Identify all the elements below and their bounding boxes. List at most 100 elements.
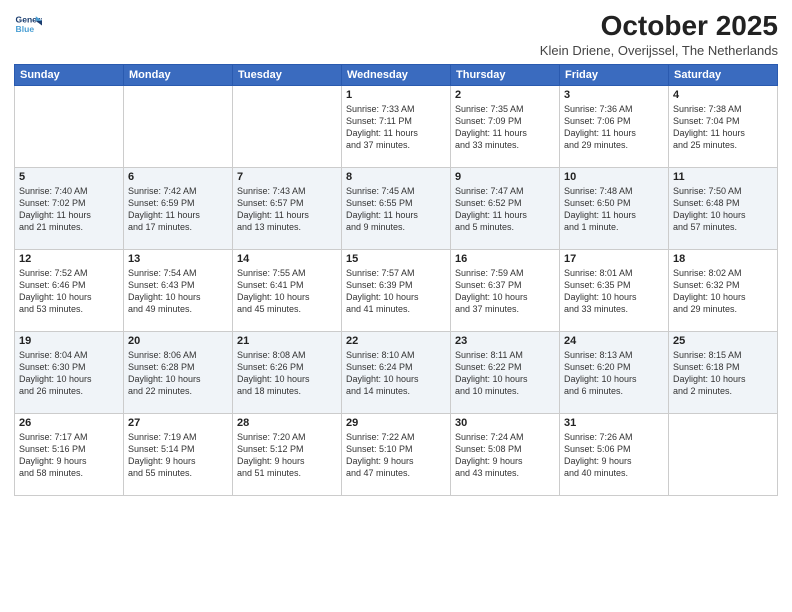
logo-icon: General Blue xyxy=(14,10,42,38)
calendar-cell: 13 Sunrise: 7:54 AM Sunset: 6:43 PM Dayli… xyxy=(124,250,233,332)
calendar-cell: 27 Sunrise: 7:19 AM Sunset: 5:14 PM Dayli… xyxy=(124,414,233,496)
col-wednesday: Wednesday xyxy=(342,65,451,86)
col-monday: Monday xyxy=(124,65,233,86)
day-info: Sunrise: 7:50 AM Sunset: 6:48 PM Dayligh… xyxy=(673,185,773,234)
day-info: Sunrise: 7:55 AM Sunset: 6:41 PM Dayligh… xyxy=(237,267,337,316)
calendar-cell: 6Sunrise: 7:42 AM Sunset: 6:59 PM Daylig… xyxy=(124,168,233,250)
day-info: Sunrise: 8:06 AM Sunset: 6:28 PM Dayligh… xyxy=(128,349,228,398)
calendar-cell: 22Sunrise: 8:10 AM Sunset: 6:24 PM Dayli… xyxy=(342,332,451,414)
day-info: Sunrise: 7:17 AM Sunset: 5:16 PM Dayligh… xyxy=(19,431,119,480)
calendar-cell xyxy=(669,414,778,496)
calendar-cell: 23 Sunrise: 8:11 AM Sunset: 6:22 PM Dayli… xyxy=(451,332,560,414)
calendar-cell: 12Sunrise: 7:52 AM Sunset: 6:46 PM Dayli… xyxy=(15,250,124,332)
calendar-cell: 26 Sunrise: 7:17 AM Sunset: 5:16 PM Dayli… xyxy=(15,414,124,496)
day-number: 30 xyxy=(455,417,555,429)
day-info: Sunrise: 7:59 AM Sunset: 6:37 PM Dayligh… xyxy=(455,267,555,316)
day-number: 25 xyxy=(673,335,773,347)
calendar-cell xyxy=(15,86,124,168)
calendar-cell: 14 Sunrise: 7:55 AM Sunset: 6:41 PM Dayli… xyxy=(233,250,342,332)
calendar-cell: 9 Sunrise: 7:47 AM Sunset: 6:52 PM Daylig… xyxy=(451,168,560,250)
calendar-cell: 21 Sunrise: 8:08 AM Sunset: 6:26 PM Dayli… xyxy=(233,332,342,414)
col-thursday: Thursday xyxy=(451,65,560,86)
title-block: October 2025 Klein Driene, Overijssel, T… xyxy=(540,10,778,58)
day-number: 20 xyxy=(128,335,228,347)
day-number: 10 xyxy=(564,171,664,183)
day-number: 13 xyxy=(128,253,228,265)
day-number: 21 xyxy=(237,335,337,347)
col-tuesday: Tuesday xyxy=(233,65,342,86)
logo: General Blue xyxy=(14,10,42,38)
header: General Blue October 2025 Klein Driene, … xyxy=(14,10,778,58)
calendar-cell: 4 Sunrise: 7:38 AM Sunset: 7:04 PM Daylig… xyxy=(669,86,778,168)
day-info: Sunrise: 7:48 AM Sunset: 6:50 PM Dayligh… xyxy=(564,185,664,234)
subtitle: Klein Driene, Overijssel, The Netherland… xyxy=(540,43,778,58)
day-number: 14 xyxy=(237,253,337,265)
day-info: Sunrise: 7:52 AM Sunset: 6:46 PM Dayligh… xyxy=(19,267,119,316)
day-number: 2 xyxy=(455,89,555,101)
day-number: 11 xyxy=(673,171,773,183)
day-number: 26 xyxy=(19,417,119,429)
calendar-cell xyxy=(124,86,233,168)
day-number: 31 xyxy=(564,417,664,429)
calendar-week-row: 19 Sunrise: 8:04 AM Sunset: 6:30 PM Dayli… xyxy=(15,332,778,414)
day-info: Sunrise: 8:11 AM Sunset: 6:22 PM Dayligh… xyxy=(455,349,555,398)
day-number: 7 xyxy=(237,171,337,183)
day-number: 9 xyxy=(455,171,555,183)
calendar-cell: 5 Sunrise: 7:40 AM Sunset: 7:02 PM Daylig… xyxy=(15,168,124,250)
day-number: 1 xyxy=(346,89,446,101)
day-info: Sunrise: 7:33 AM Sunset: 7:11 PM Dayligh… xyxy=(346,103,446,152)
col-sunday: Sunday xyxy=(15,65,124,86)
day-number: 16 xyxy=(455,253,555,265)
day-info: Sunrise: 7:42 AM Sunset: 6:59 PM Dayligh… xyxy=(128,185,228,234)
day-info: Sunrise: 8:01 AM Sunset: 6:35 PM Dayligh… xyxy=(564,267,664,316)
col-saturday: Saturday xyxy=(669,65,778,86)
day-info: Sunrise: 7:38 AM Sunset: 7:04 PM Dayligh… xyxy=(673,103,773,152)
calendar-cell: 8Sunrise: 7:45 AM Sunset: 6:55 PM Daylig… xyxy=(342,168,451,250)
calendar-cell: 19 Sunrise: 8:04 AM Sunset: 6:30 PM Dayli… xyxy=(15,332,124,414)
day-info: Sunrise: 7:26 AM Sunset: 5:06 PM Dayligh… xyxy=(564,431,664,480)
page: General Blue October 2025 Klein Driene, … xyxy=(0,0,792,502)
day-info: Sunrise: 8:02 AM Sunset: 6:32 PM Dayligh… xyxy=(673,267,773,316)
day-info: Sunrise: 7:20 AM Sunset: 5:12 PM Dayligh… xyxy=(237,431,337,480)
day-info: Sunrise: 7:40 AM Sunset: 7:02 PM Dayligh… xyxy=(19,185,119,234)
day-number: 29 xyxy=(346,417,446,429)
calendar-cell: 1 Sunrise: 7:33 AM Sunset: 7:11 PM Daylig… xyxy=(342,86,451,168)
day-info: Sunrise: 8:13 AM Sunset: 6:20 PM Dayligh… xyxy=(564,349,664,398)
day-info: Sunrise: 8:10 AM Sunset: 6:24 PM Dayligh… xyxy=(346,349,446,398)
calendar-cell: 18 Sunrise: 8:02 AM Sunset: 6:32 PM Dayli… xyxy=(669,250,778,332)
main-title: October 2025 xyxy=(540,10,778,42)
day-number: 5 xyxy=(19,171,119,183)
day-info: Sunrise: 7:47 AM Sunset: 6:52 PM Dayligh… xyxy=(455,185,555,234)
day-number: 19 xyxy=(19,335,119,347)
day-info: Sunrise: 7:24 AM Sunset: 5:08 PM Dayligh… xyxy=(455,431,555,480)
calendar-cell: 15 Sunrise: 7:57 AM Sunset: 6:39 PM Dayli… xyxy=(342,250,451,332)
calendar-cell: 16 Sunrise: 7:59 AM Sunset: 6:37 PM Dayli… xyxy=(451,250,560,332)
day-number: 24 xyxy=(564,335,664,347)
day-info: Sunrise: 7:19 AM Sunset: 5:14 PM Dayligh… xyxy=(128,431,228,480)
day-number: 27 xyxy=(128,417,228,429)
day-number: 18 xyxy=(673,253,773,265)
day-info: Sunrise: 8:04 AM Sunset: 6:30 PM Dayligh… xyxy=(19,349,119,398)
day-number: 15 xyxy=(346,253,446,265)
day-number: 3 xyxy=(564,89,664,101)
calendar: Sunday Monday Tuesday Wednesday Thursday… xyxy=(14,64,778,496)
calendar-cell: 2Sunrise: 7:35 AM Sunset: 7:09 PM Daylig… xyxy=(451,86,560,168)
day-info: Sunrise: 7:54 AM Sunset: 6:43 PM Dayligh… xyxy=(128,267,228,316)
calendar-cell: 30 Sunrise: 7:24 AM Sunset: 5:08 PM Dayli… xyxy=(451,414,560,496)
calendar-cell: 11 Sunrise: 7:50 AM Sunset: 6:48 PM Dayli… xyxy=(669,168,778,250)
calendar-cell: 3 Sunrise: 7:36 AM Sunset: 7:06 PM Daylig… xyxy=(560,86,669,168)
calendar-week-row: 1 Sunrise: 7:33 AM Sunset: 7:11 PM Daylig… xyxy=(15,86,778,168)
day-info: Sunrise: 8:08 AM Sunset: 6:26 PM Dayligh… xyxy=(237,349,337,398)
day-number: 4 xyxy=(673,89,773,101)
calendar-cell: 10 Sunrise: 7:48 AM Sunset: 6:50 PM Dayli… xyxy=(560,168,669,250)
calendar-cell: 28Sunrise: 7:20 AM Sunset: 5:12 PM Dayli… xyxy=(233,414,342,496)
day-info: Sunrise: 7:36 AM Sunset: 7:06 PM Dayligh… xyxy=(564,103,664,152)
calendar-cell xyxy=(233,86,342,168)
calendar-cell: 17Sunrise: 8:01 AM Sunset: 6:35 PM Dayli… xyxy=(560,250,669,332)
calendar-header-row: Sunday Monday Tuesday Wednesday Thursday… xyxy=(15,65,778,86)
calendar-cell: 29 Sunrise: 7:22 AM Sunset: 5:10 PM Dayli… xyxy=(342,414,451,496)
day-info: Sunrise: 7:57 AM Sunset: 6:39 PM Dayligh… xyxy=(346,267,446,316)
day-number: 23 xyxy=(455,335,555,347)
calendar-week-row: 12Sunrise: 7:52 AM Sunset: 6:46 PM Dayli… xyxy=(15,250,778,332)
day-info: Sunrise: 7:22 AM Sunset: 5:10 PM Dayligh… xyxy=(346,431,446,480)
